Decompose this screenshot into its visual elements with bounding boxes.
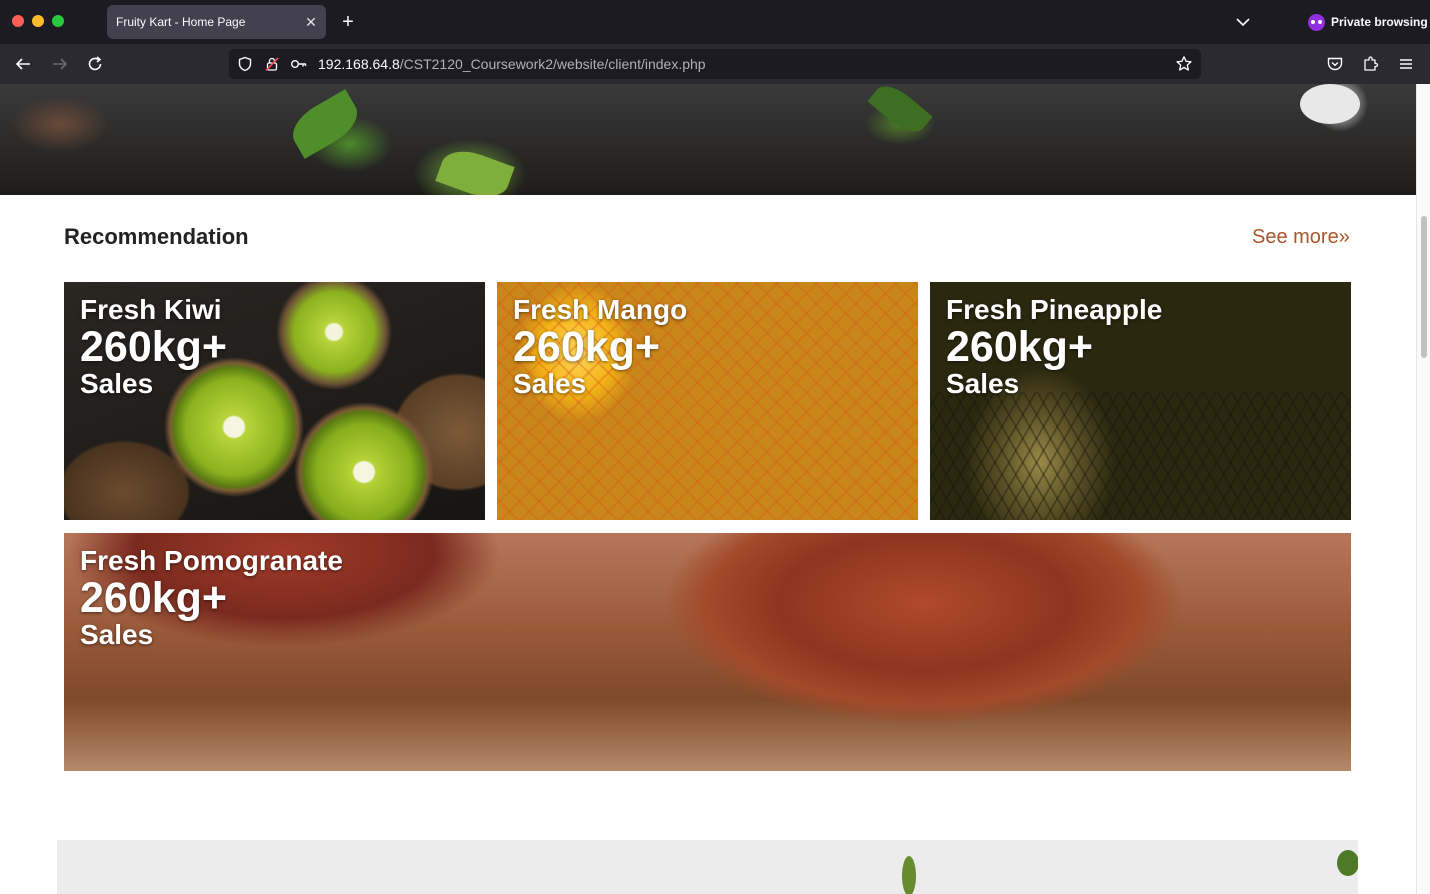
window-zoom-button[interactable]	[52, 15, 64, 27]
extensions-puzzle-icon[interactable]	[1360, 53, 1382, 75]
recommendation-card-kiwi[interactable]: Fresh Kiwi 260kg+ Sales	[64, 282, 485, 520]
card-name: Fresh Kiwi	[80, 294, 222, 325]
url-host: 192.168.64.8	[318, 56, 400, 72]
hero-banner-image	[0, 84, 1416, 195]
tab-title: Fruity Kart - Home Page	[116, 15, 246, 29]
url-path: /CST2120_Coursework2/website/client/inde…	[399, 56, 706, 72]
card-name: Fresh Mango	[513, 294, 688, 325]
window-close-button[interactable]	[12, 15, 24, 27]
url-text[interactable]: 192.168.64.8/CST2120_Coursework2/website…	[318, 56, 706, 72]
scrollbar-thumb[interactable]	[1421, 216, 1427, 358]
private-browsing-icon	[1308, 13, 1325, 31]
window-minimize-button[interactable]	[32, 15, 44, 27]
card-sales-label: Sales	[80, 619, 154, 650]
card-sales-label: Sales	[80, 368, 154, 399]
card-name: Fresh Pineapple	[946, 294, 1163, 325]
browser-tab-bar: Fruity Kart - Home Page ✕ + Private brow…	[0, 0, 1430, 44]
page-scrollbar[interactable]	[1416, 84, 1430, 894]
bookmark-star-icon[interactable]	[1175, 55, 1193, 73]
card-amount: 260kg+	[513, 323, 661, 371]
card-amount: 260kg+	[80, 323, 228, 371]
new-tab-button[interactable]: +	[337, 11, 359, 33]
recommendation-card-mango[interactable]: Fresh Mango 260kg+ Sales	[497, 282, 918, 520]
card-sales-label: Sales	[513, 368, 587, 399]
see-more-link[interactable]: See more»	[1252, 226, 1350, 249]
tab-list-chevron-icon[interactable]	[1233, 12, 1253, 32]
recommendation-heading: Recommendation	[64, 224, 249, 249]
recommendation-card-pomegranate[interactable]: Fresh Pomogranate 260kg+ Sales	[64, 533, 1351, 771]
url-bar[interactable]: 192.168.64.8/CST2120_Coursework2/website…	[229, 49, 1201, 79]
insecure-lock-icon[interactable]	[263, 55, 281, 73]
page-viewport: Recommendation See more» Fresh Kiwi 260k…	[0, 84, 1416, 894]
private-browsing-indicator: Private browsing	[1308, 12, 1428, 32]
shield-icon[interactable]	[236, 55, 254, 73]
card-name: Fresh Pomogranate	[80, 545, 343, 576]
browser-tab-active[interactable]: Fruity Kart - Home Page ✕	[107, 5, 326, 39]
card-sales-label: Sales	[946, 368, 1020, 399]
card-amount: 260kg+	[80, 574, 228, 622]
recommendation-card-pineapple[interactable]: Fresh Pineapple 260kg+ Sales	[930, 282, 1351, 520]
tab-close-icon[interactable]: ✕	[302, 13, 320, 31]
menu-hamburger-icon[interactable]	[1395, 53, 1417, 75]
reload-icon[interactable]	[84, 53, 106, 75]
forward-arrow-icon[interactable]	[49, 53, 71, 75]
key-icon[interactable]	[290, 55, 308, 73]
back-arrow-icon[interactable]	[12, 53, 34, 75]
private-browsing-label: Private browsing	[1331, 15, 1428, 29]
pocket-icon[interactable]	[1324, 53, 1346, 75]
next-section-banner	[57, 840, 1358, 894]
browser-nav-bar: 192.168.64.8/CST2120_Coursework2/website…	[0, 44, 1430, 84]
card-amount: 260kg+	[946, 323, 1094, 371]
